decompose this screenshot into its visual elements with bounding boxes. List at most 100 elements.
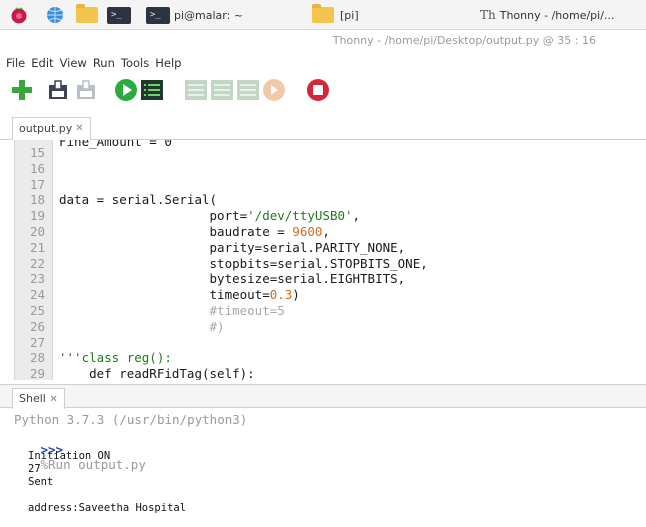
code-token: timeout=: [59, 287, 270, 303]
code-text: stopbits=serial.STOPBITS_ONE,: [59, 256, 428, 271]
line-number: 18: [29, 192, 45, 208]
terminal-task-button[interactable]: >_ pi@malar: ~: [146, 4, 296, 26]
file-manager-launcher[interactable]: [76, 4, 104, 26]
code-text: '''class reg():: [59, 350, 172, 365]
code-text: port='/dev/ttyUSB0',: [59, 208, 361, 224]
code-token: #): [209, 318, 225, 334]
code-text: data = serial.Serial(: [59, 192, 217, 207]
menu-view[interactable]: View: [60, 54, 87, 72]
code-token: baudrate =: [59, 224, 293, 239]
python-version-line: Python 3.7.3 (/usr/bin/python3): [14, 412, 248, 427]
debug-icon[interactable]: [140, 78, 164, 102]
code-line: 20 baudrate = 9600,: [15, 224, 635, 239]
menu-help[interactable]: Help: [155, 54, 181, 72]
code-token: 0.3: [269, 287, 293, 303]
folder-icon: [312, 4, 334, 23]
code-token: port=: [59, 208, 248, 224]
code-line: 28 '''class reg():: [15, 350, 635, 365]
line-number: 23: [29, 271, 45, 287]
shell-tab-label: Shell: [19, 392, 46, 405]
thonny-task-label: Thonny - /home/pi/...: [499, 8, 615, 22]
code-line: 26 #): [15, 319, 635, 334]
code-text: #timeout=5: [59, 303, 285, 318]
code-line: 24 timeout=0.3): [15, 287, 635, 302]
code-token: ): [292, 287, 300, 303]
run-icon[interactable]: [114, 78, 138, 102]
line-number: 21: [29, 239, 45, 255]
terminal-icon: >_: [146, 6, 170, 24]
folder-task-label: [pi]: [340, 8, 359, 22]
menu-run[interactable]: Run: [93, 54, 115, 72]
folder-task-button[interactable]: [pi]: [312, 4, 462, 26]
menu-edit[interactable]: Edit: [31, 54, 53, 72]
line-number: 17: [29, 176, 45, 192]
new-file-icon[interactable]: [10, 78, 34, 102]
code-token: def readRFidTag(self):: [59, 366, 255, 380]
folder-icon: [76, 4, 98, 23]
code-line: 15: [15, 145, 635, 160]
code-line: 29 def readRFidTag(self):: [15, 366, 635, 380]
code-token: '/dev/ttyUSB0': [247, 208, 353, 224]
line-number: 16: [29, 160, 45, 176]
code-token: bytesize=serial.EIGHTBITS,: [59, 271, 406, 287]
line-number: 29: [29, 366, 45, 380]
tab-shell[interactable]: Shell ✕: [12, 388, 65, 409]
taskbar: >_ >_ pi@malar: ~ [pi] Th Thonny - /home…: [0, 0, 646, 30]
menu-bar: File Edit View Run Tools Help: [6, 54, 181, 72]
menu-tools[interactable]: Tools: [121, 54, 149, 72]
code-line: 17: [15, 177, 635, 192]
code-token: ,: [352, 208, 361, 224]
code-token: data = serial.Serial(: [59, 192, 218, 208]
shell-output-line: Sent: [28, 476, 54, 488]
shell-output-line: 27: [28, 463, 41, 475]
code-token: 9600: [292, 224, 323, 239]
code-line: 25 #timeout=5: [15, 303, 635, 318]
code-line: 21 parity=serial.PARITY_NONE,: [15, 240, 635, 255]
stop-icon[interactable]: [306, 78, 330, 102]
close-tab-icon[interactable]: ✕: [49, 394, 57, 405]
editor-tab-bar: output.py ✕: [0, 114, 646, 140]
step-out-icon[interactable]: [236, 78, 260, 102]
shell-console[interactable]: Python 3.7.3 (/usr/bin/python3) >>> %Run…: [14, 408, 646, 527]
step-over-icon[interactable]: [184, 78, 208, 102]
code-line: 19 port='/dev/ttyUSB0',: [15, 208, 635, 223]
code-text: #): [59, 319, 225, 334]
shell-output-line: Initiation ON: [28, 450, 111, 462]
raspberry-menu-icon[interactable]: [8, 5, 30, 25]
code-text: bytesize=serial.EIGHTBITS,: [59, 271, 406, 287]
code-token: #timeout=5: [209, 303, 285, 318]
line-number: 27: [29, 334, 45, 350]
close-tab-icon[interactable]: ✕: [75, 118, 83, 140]
menu-file[interactable]: File: [6, 54, 25, 72]
code-line: 16: [15, 161, 635, 176]
code-line: 18 data = serial.Serial(: [15, 192, 635, 207]
shell-output-line: address:Saveetha Hospital: [28, 502, 187, 514]
terminal-task-label: pi@malar: ~: [174, 8, 244, 22]
terminal-launcher[interactable]: >_: [107, 4, 135, 26]
tab-output-py[interactable]: output.py ✕: [12, 117, 91, 140]
code-text: def readRFidTag(self):: [59, 366, 255, 380]
resume-icon[interactable]: [262, 78, 286, 102]
line-number: 19: [29, 208, 45, 224]
code-token: parity=serial.PARITY_NONE,: [59, 239, 406, 255]
thonny-task-button[interactable]: Th Thonny - /home/pi/...: [480, 4, 640, 26]
web-browser-icon[interactable]: [44, 5, 66, 25]
save-file-icon[interactable]: [74, 78, 98, 102]
line-number: 28: [29, 350, 45, 366]
line-number: 24: [29, 287, 45, 303]
step-into-icon[interactable]: [210, 78, 234, 102]
code-editor[interactable]: Fine_Amount = 0 15 16 17 18 data = serial.Ser…: [14, 140, 646, 380]
terminal-icon: >_: [107, 6, 131, 24]
code-text: baudrate = 9600,: [59, 224, 330, 239]
code-text: timeout=0.3): [59, 287, 300, 302]
line-number: 26: [29, 318, 45, 334]
thonny-icon: Th: [480, 8, 496, 22]
line-number: 22: [29, 255, 45, 271]
shell-tab-bar: Shell ✕: [0, 384, 646, 409]
code-token: ,: [322, 224, 330, 239]
tab-label: output.py: [19, 122, 73, 135]
open-file-icon[interactable]: [46, 78, 70, 102]
window-title: Thonny - /home/pi/Desktop/output.py @ 35…: [332, 34, 596, 47]
